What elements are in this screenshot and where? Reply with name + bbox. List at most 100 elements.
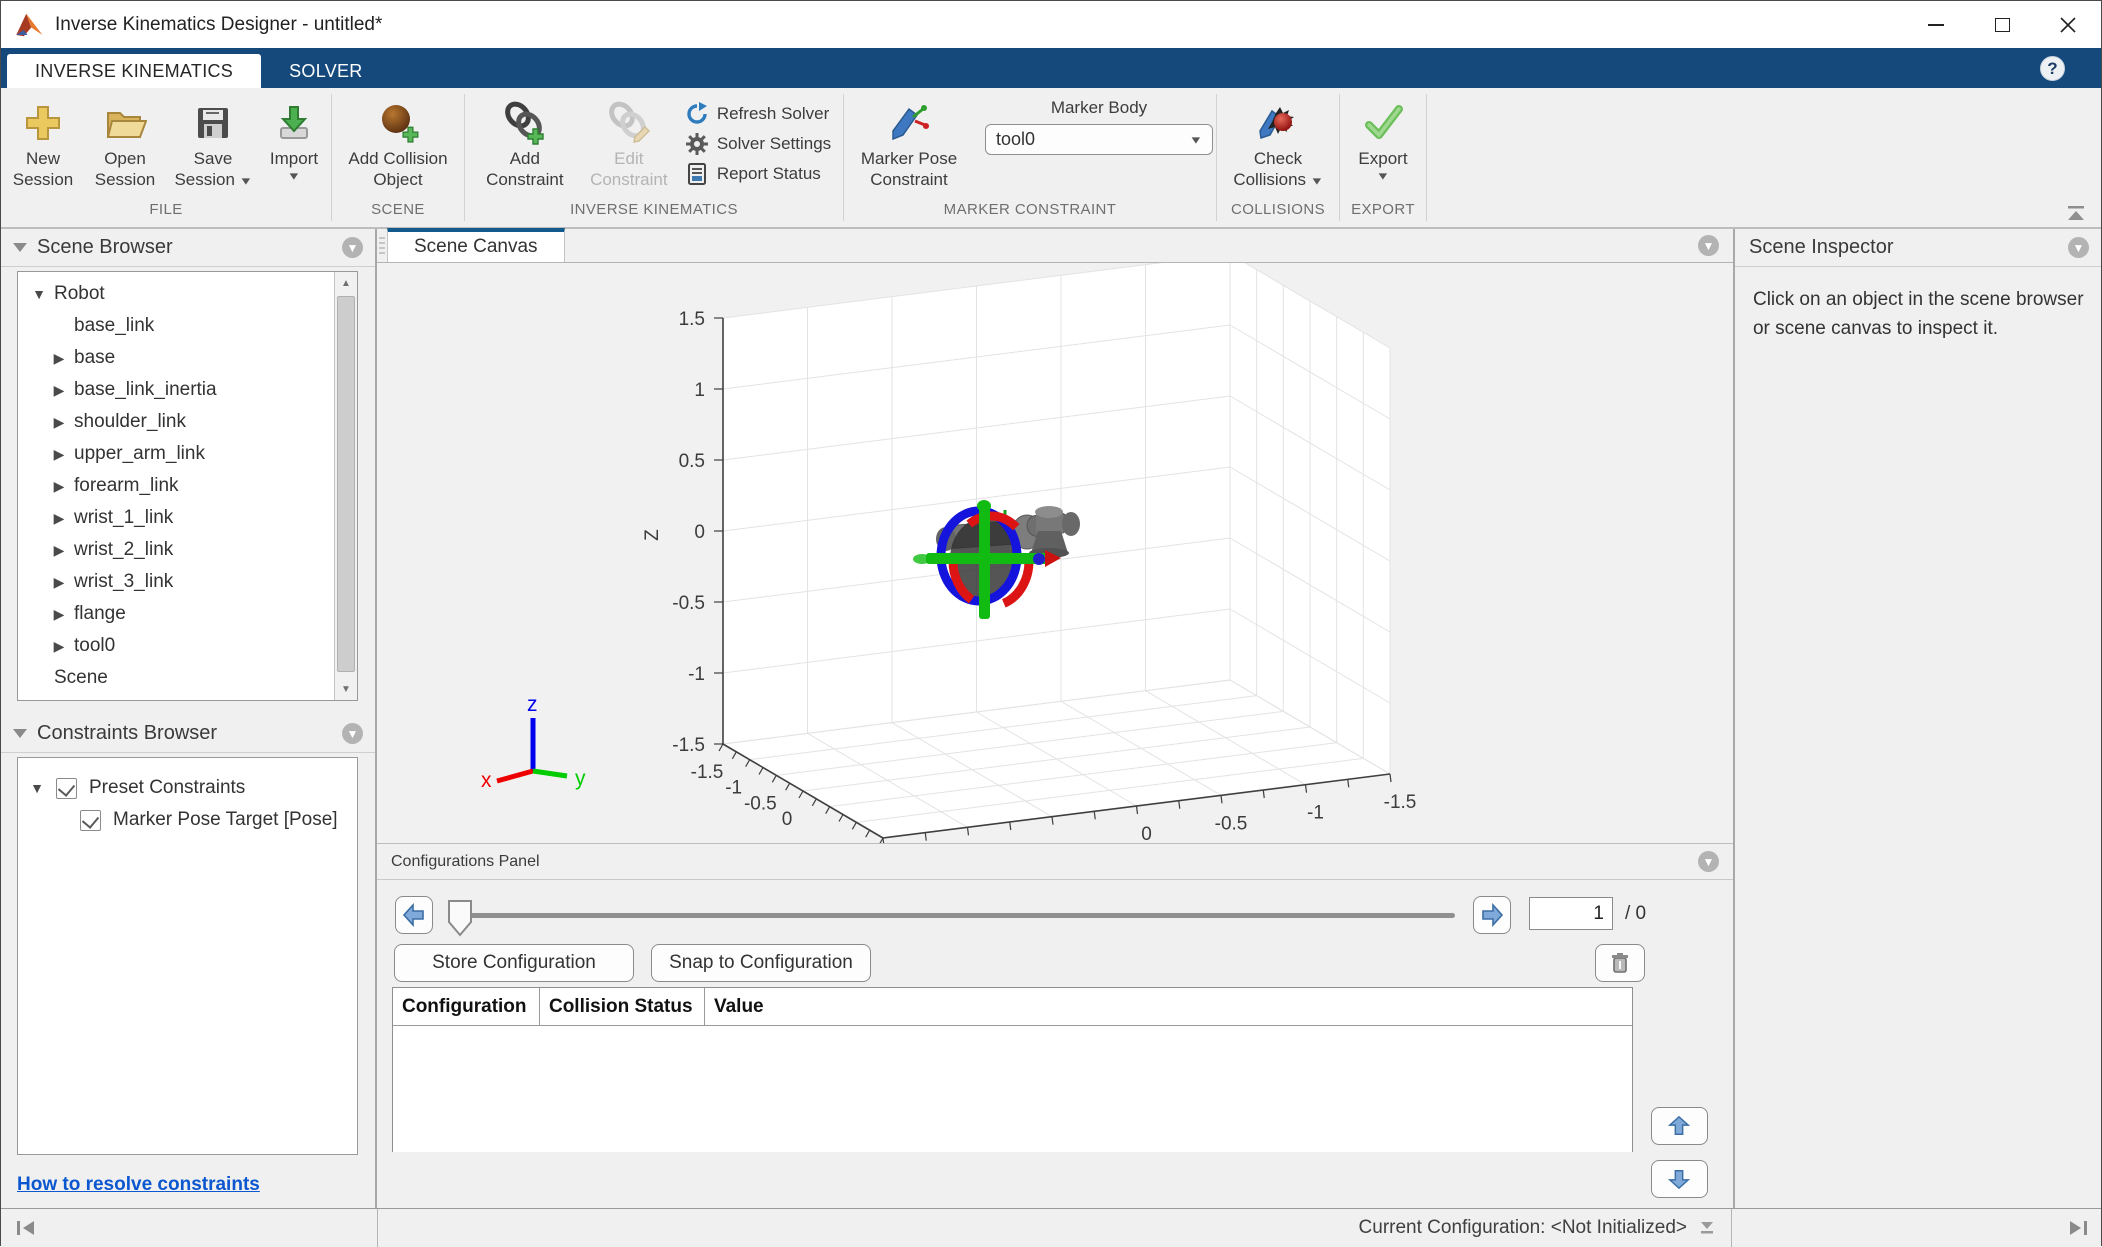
- tree-item-upper-arm-link[interactable]: ▶upper_arm_link: [18, 438, 333, 470]
- tree-item-base-link-inertia[interactable]: ▶base_link_inertia: [18, 374, 333, 406]
- next-configuration-button[interactable]: [1473, 896, 1511, 934]
- svg-text:0: 0: [782, 809, 793, 830]
- svg-text:1: 1: [694, 380, 705, 401]
- marker-pose-constraint-button[interactable]: Marker Pose Constraint: [847, 96, 971, 190]
- trash-icon: [1610, 952, 1630, 974]
- save-session-button[interactable]: Save Session ▼: [167, 96, 259, 192]
- ribbon-group-collisions: Check Collisions ▼ COLLISIONS: [1217, 88, 1339, 227]
- configuration-slider[interactable]: [449, 913, 1455, 918]
- store-configuration-button[interactable]: Store Configuration: [394, 944, 634, 982]
- expand-arrow-icon[interactable]: ▶: [48, 510, 70, 527]
- scene-canvas-3d-view[interactable]: 1.510.50-0.5-1-1.5-1.5-1-0.500-0.5-1-1.5…: [377, 263, 1733, 843]
- tree-item-robot[interactable]: ▼Robot: [18, 278, 333, 310]
- constraint-item-marker-pose-target[interactable]: Marker Pose Target [Pose]: [18, 804, 357, 836]
- collapse-right-panel-icon[interactable]: [2067, 1219, 2089, 1237]
- add-constraint-button[interactable]: Add Constraint: [477, 96, 573, 190]
- check-collisions-button[interactable]: Check Collisions ▼: [1226, 96, 1330, 192]
- dropdown-caret-icon: ▼: [1189, 133, 1203, 146]
- scene-inspector-panel: Scene Inspector ▼ Click on an object in …: [1733, 229, 2101, 1208]
- tree-item-wrist-3-link[interactable]: ▶wrist_3_link: [18, 566, 333, 598]
- tree-item-wrist-1-link[interactable]: ▶wrist_1_link: [18, 502, 333, 534]
- expand-arrow-icon[interactable]: ▶: [48, 478, 70, 495]
- expand-arrow-icon[interactable]: ▼: [26, 780, 48, 796]
- configuration-index-input[interactable]: [1529, 897, 1613, 930]
- tab-solver[interactable]: SOLVER: [261, 54, 391, 88]
- report-status-button[interactable]: Report Status: [685, 162, 831, 186]
- collapse-left-panel-icon[interactable]: [15, 1219, 37, 1237]
- slider-thumb[interactable]: [447, 899, 473, 937]
- expand-arrow-icon[interactable]: ▶: [48, 606, 70, 623]
- tree-item-forearm-link[interactable]: ▶forearm_link: [18, 470, 333, 502]
- tree-item-tool0[interactable]: ▶tool0: [18, 630, 333, 662]
- constraint-item-preset[interactable]: ▼ Preset Constraints: [18, 772, 357, 804]
- tab-scene-canvas[interactable]: Scene Canvas: [387, 228, 565, 262]
- export-button[interactable]: Export ▼: [1345, 96, 1421, 183]
- collapse-ribbon-button[interactable]: [2065, 205, 2087, 221]
- edit-constraint-button[interactable]: Edit Constraint: [581, 96, 677, 190]
- tree-item-flange[interactable]: ▶flange: [18, 598, 333, 630]
- tree-item-shoulder-link[interactable]: ▶shoulder_link: [18, 406, 333, 438]
- scroll-up-icon[interactable]: ▲: [335, 272, 357, 294]
- preset-constraints-checkbox[interactable]: [56, 778, 77, 799]
- expand-arrow-icon[interactable]: ▶: [48, 638, 70, 655]
- open-session-button[interactable]: Open Session: [83, 96, 167, 190]
- previous-configuration-button[interactable]: [395, 896, 433, 934]
- triad-z-label: z: [527, 693, 538, 716]
- tree-item-scene[interactable]: Scene: [18, 662, 333, 694]
- expand-arrow-icon[interactable]: ▼: [28, 286, 50, 302]
- scrollbar[interactable]: ▲ ▼: [334, 272, 357, 700]
- add-constraint-icon: [503, 98, 547, 148]
- new-session-button[interactable]: New Session: [3, 96, 83, 190]
- report-status-icon: [685, 162, 709, 186]
- expand-arrow-icon[interactable]: ▶: [48, 574, 70, 591]
- svg-text:-1: -1: [1307, 803, 1324, 824]
- minimize-button[interactable]: [1903, 1, 1969, 48]
- move-configuration-down-button[interactable]: [1651, 1160, 1708, 1198]
- close-button[interactable]: [2035, 1, 2101, 48]
- import-button[interactable]: Import ▼: [259, 96, 329, 183]
- expand-arrow-icon[interactable]: ▶: [48, 542, 70, 559]
- tab-inverse-kinematics[interactable]: INVERSE KINEMATICS: [7, 54, 261, 88]
- configurations-table-header: Configuration Collision Status Value: [393, 988, 1632, 1026]
- solver-settings-icon: [685, 132, 709, 156]
- marker-pose-target-checkbox[interactable]: [80, 810, 101, 831]
- tree-item-wrist-2-link[interactable]: ▶wrist_2_link: [18, 534, 333, 566]
- marker-body-dropdown[interactable]: tool0 ▼: [985, 124, 1213, 155]
- collapse-panel-icon[interactable]: [13, 243, 27, 252]
- panel-menu-icon[interactable]: ▼: [342, 237, 363, 258]
- snap-to-configuration-button[interactable]: Snap to Configuration: [651, 944, 871, 982]
- scroll-down-icon[interactable]: ▼: [335, 678, 357, 700]
- panel-grip-icon[interactable]: [377, 237, 387, 262]
- panel-menu-icon[interactable]: ▼: [1698, 235, 1719, 256]
- constraints-browser-tree: ▼ Preset Constraints Marker Pose Target …: [17, 757, 358, 1155]
- help-button[interactable]: ?: [2040, 56, 2065, 81]
- 3d-plot[interactable]: 1.510.50-0.5-1-1.5-1.5-1-0.500-0.5-1-1.5…: [377, 263, 1733, 843]
- scrollbar-thumb[interactable]: [337, 296, 355, 672]
- maximize-button[interactable]: [1969, 1, 2035, 48]
- move-configuration-up-button[interactable]: [1651, 1107, 1708, 1145]
- triad-y-label: y: [575, 767, 586, 790]
- expand-arrow-icon[interactable]: ▶: [48, 350, 70, 367]
- solver-settings-button[interactable]: Solver Settings: [685, 132, 831, 156]
- refresh-solver-button[interactable]: Refresh Solver: [685, 102, 831, 126]
- collapse-configurations-panel-icon[interactable]: [1697, 1220, 1717, 1236]
- delete-configuration-button[interactable]: [1595, 944, 1645, 982]
- expand-arrow-icon[interactable]: ▶: [48, 382, 70, 399]
- window-title: Inverse Kinematics Designer - untitled*: [55, 14, 382, 36]
- ribbon-group-inverse-kinematics: Add Constraint Edit Constraint: [465, 88, 843, 227]
- ribbon-group-file: New Session Open Session Save Session ▼ …: [1, 88, 331, 227]
- how-to-resolve-constraints-link[interactable]: How to resolve constraints: [17, 1174, 260, 1196]
- tree-item-base-link[interactable]: base_link: [18, 310, 333, 342]
- tree-item-base[interactable]: ▶base: [18, 342, 333, 374]
- scene-browser-tree: ▼Robot base_link ▶base ▶base_link_inerti…: [17, 271, 358, 701]
- collapse-panel-icon[interactable]: [13, 729, 27, 738]
- panel-menu-icon[interactable]: ▼: [2068, 237, 2089, 258]
- expand-arrow-icon[interactable]: ▶: [48, 414, 70, 431]
- panel-menu-icon[interactable]: ▼: [1698, 851, 1719, 872]
- close-icon: [2059, 16, 2077, 34]
- configurations-panel-header: Configurations Panel ▼: [377, 844, 1733, 880]
- add-collision-object-button[interactable]: Add Collision Object: [342, 96, 454, 190]
- configuration-count-label: / 0: [1625, 903, 1646, 925]
- panel-menu-icon[interactable]: ▼: [342, 723, 363, 744]
- expand-arrow-icon[interactable]: ▶: [48, 446, 70, 463]
